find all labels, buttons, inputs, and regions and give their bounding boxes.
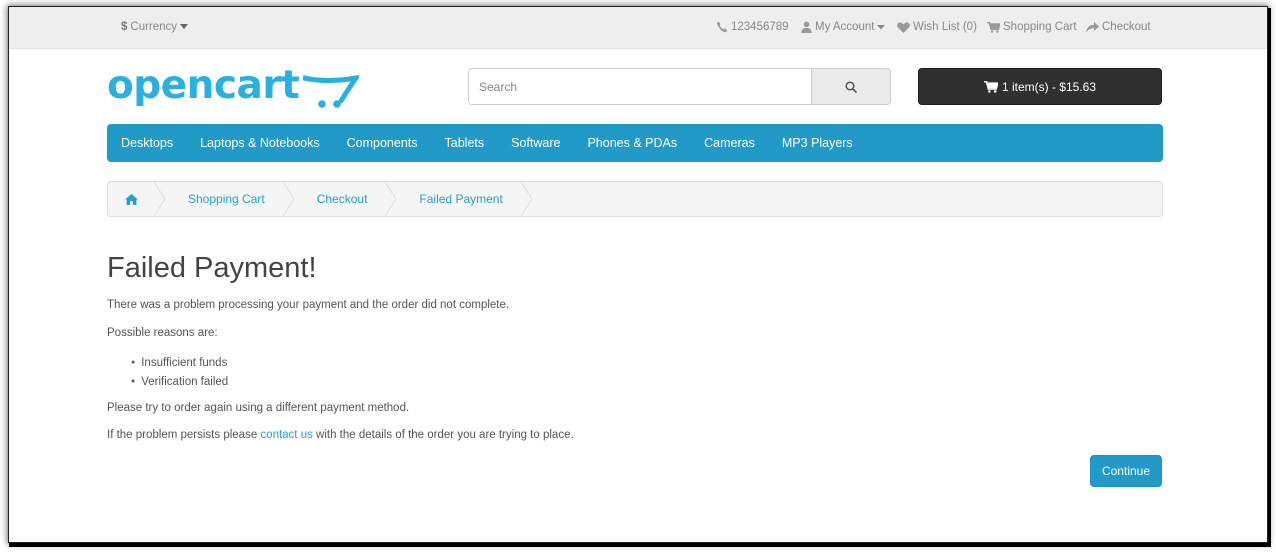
breadcrumb-label: Failed Payment (419, 192, 503, 206)
breadcrumb-home[interactable] (108, 182, 166, 216)
caret-down-icon (877, 24, 886, 29)
contact-message-start: If the problem persists please (107, 429, 261, 441)
shopping-cart-icon (987, 21, 1000, 33)
phone-icon (716, 21, 728, 33)
logo[interactable]: opencart (107, 63, 360, 115)
contact-message-end: with the details of the order you are tr… (312, 429, 574, 441)
breadcrumb: Shopping Cart Checkout Failed Payment (107, 181, 1163, 217)
menu-item-tablets[interactable]: Tablets (445, 136, 485, 150)
shopping-cart-link[interactable]: Shopping Cart (987, 21, 1077, 33)
cart-summary-label: 1 item(s) - $15.63 (1001, 79, 1097, 94)
phone-number: 123456789 (731, 21, 789, 33)
wish-list-link[interactable]: Wish List (0) (897, 21, 977, 33)
cart-summary-button[interactable]: 1 item(s) - $15.63 (918, 68, 1162, 105)
reasons-list: Insufficient funds Verification failed (131, 353, 228, 391)
heart-icon (897, 21, 910, 33)
contact-message: If the problem persists please contact u… (107, 429, 574, 441)
list-item: Insufficient funds (131, 353, 228, 372)
menu-item-software[interactable]: Software (511, 136, 560, 150)
home-icon (125, 193, 138, 205)
search-input[interactable] (469, 69, 811, 104)
search-box (468, 68, 891, 105)
menu-item-cameras[interactable]: Cameras (704, 136, 755, 150)
reasons-intro: Possible reasons are: (107, 327, 218, 339)
checkout-link[interactable]: Checkout (1086, 21, 1151, 33)
main-menu: Desktops Laptops & Notebooks Components … (107, 124, 1163, 162)
search-button[interactable] (811, 69, 890, 104)
continue-button[interactable]: Continue (1090, 455, 1162, 487)
menu-item-desktops[interactable]: Desktops (121, 136, 173, 150)
breadcrumb-checkout[interactable]: Checkout (287, 182, 398, 216)
dollar-icon: $ (121, 21, 128, 33)
shopping-cart-label: Shopping Cart (1003, 21, 1077, 33)
breadcrumb-failed-payment[interactable]: Failed Payment (389, 182, 533, 216)
shopping-cart-icon (983, 80, 998, 93)
menu-item-laptops-notebooks[interactable]: Laptops & Notebooks (200, 136, 320, 150)
search-icon (845, 80, 857, 93)
checkout-label: Checkout (1102, 21, 1151, 33)
list-item: Verification failed (131, 372, 228, 391)
share-icon (1086, 21, 1099, 33)
currency-dropdown[interactable]: $ Currency (121, 21, 189, 33)
my-account-label: My Account (815, 21, 875, 33)
currency-label: Currency (130, 21, 178, 33)
my-account-dropdown[interactable]: My Account (801, 21, 886, 33)
menu-item-components[interactable]: Components (347, 136, 418, 150)
browser-page: $ Currency 123456789 My Account Wish Lis… (9, 7, 1267, 542)
breadcrumb-label: Checkout (316, 192, 368, 206)
breadcrumb-label: Shopping Cart (188, 192, 265, 206)
top-bar: $ Currency 123456789 My Account Wish Lis… (9, 7, 1267, 49)
menu-item-phones-pdas[interactable]: Phones & PDAs (587, 136, 677, 150)
logo-text: opencart (107, 63, 300, 108)
caret-down-icon (180, 24, 189, 29)
phone-link[interactable]: 123456789 (716, 21, 789, 33)
menu-item-mp3-players[interactable]: MP3 Players (782, 136, 853, 150)
breadcrumb-separator (520, 182, 533, 216)
error-message: There was a problem processing your paym… (107, 299, 510, 311)
page-title: Failed Payment! (107, 252, 317, 284)
user-icon (801, 21, 812, 33)
contact-us-link[interactable]: contact us (260, 429, 312, 441)
logo-cart-icon (303, 74, 360, 108)
wish-list-label: Wish List (0) (913, 21, 977, 33)
breadcrumb-shopping-cart[interactable]: Shopping Cart (158, 182, 295, 216)
retry-message: Please try to order again using a differ… (107, 402, 410, 414)
